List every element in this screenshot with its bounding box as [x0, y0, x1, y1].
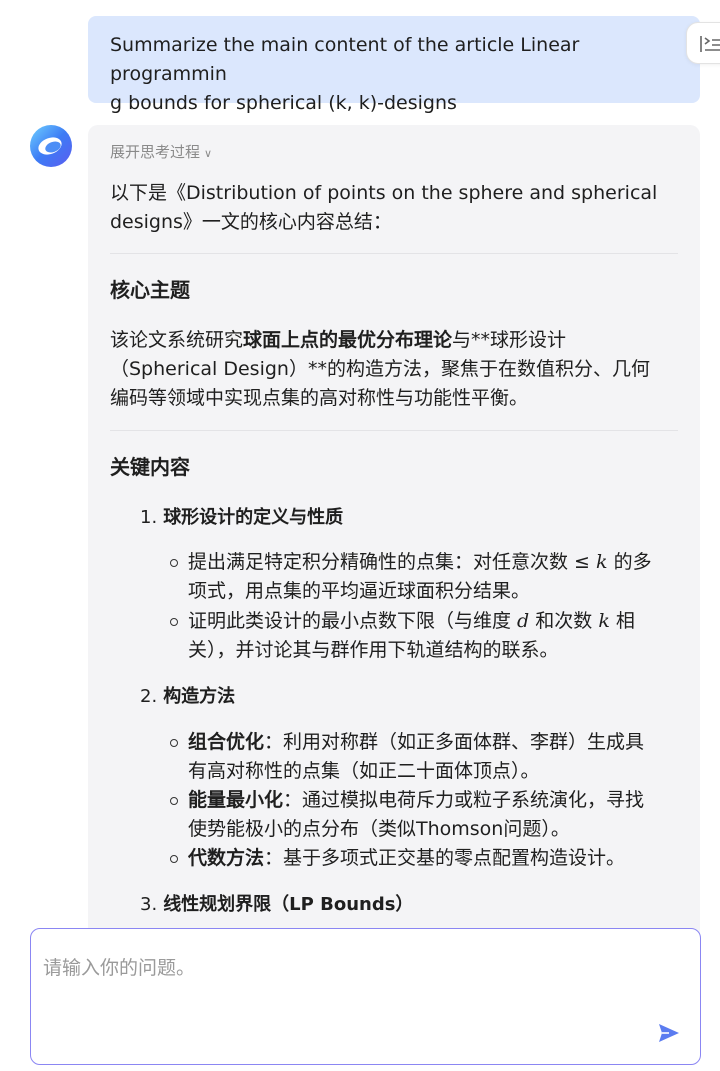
- bullet-line: 使势能极小的点分布（类似Thomson问题）。: [188, 818, 570, 840]
- thinking-toggle[interactable]: 展开思考过程 ∨: [110, 142, 212, 164]
- thinking-toggle-label: 展开思考过程: [110, 143, 201, 161]
- text-run: 相: [609, 610, 635, 632]
- bullet-line: 能量最小化：通过模拟电荷斥力或粒子系统演化，寻找: [188, 786, 668, 815]
- intro-paragraph: 以下是《Distribution of points on the sphere…: [110, 179, 680, 237]
- bullet-line: 提出满足特定积分精确性的点集：对任意次数 ≤ k 的多: [188, 548, 668, 577]
- math-var: k: [596, 551, 608, 573]
- bullet-item: 提出满足特定积分精确性的点集：对任意次数 ≤ k 的多 项式，用点集的平均逼近球…: [168, 548, 668, 606]
- math-var: k: [598, 610, 610, 632]
- user-message-line: g bounds for spherical (k, k)-designs: [110, 92, 457, 114]
- assistant-answer: 展开思考过程 ∨ 以下是《Distribution of points on th…: [88, 125, 700, 965]
- text-run: 与**球形设计: [452, 329, 567, 351]
- section-heading: 核心主题: [110, 278, 190, 302]
- send-icon[interactable]: [657, 1021, 681, 1045]
- outline-button[interactable]: [686, 22, 720, 64]
- text-run: 提出满足特定积分精确性的点集：对任意次数 ≤: [188, 551, 597, 573]
- text-run: 证明此类设计的最小点数下限（与维度: [188, 610, 518, 632]
- numbered-item: 2. 构造方法: [140, 684, 235, 710]
- text-run: ：基于多项式正交基的零点配置构造设计。: [264, 847, 626, 869]
- chevron-down-icon: ∨: [204, 147, 213, 160]
- bullet-item: 证明此类设计的最小点数下限（与维度 d 和次数 k 相 关），并讨论其与群作用下…: [168, 607, 668, 665]
- text-run: 和次数: [529, 610, 599, 632]
- text-run: ：通过模拟电荷斥力或粒子系统演化，寻找: [283, 789, 645, 811]
- text-run: 该论文系统研究: [110, 329, 244, 351]
- item-title: 球形设计的定义与性质: [163, 507, 344, 528]
- item-number: 1.: [140, 507, 158, 528]
- paragraph-line: （Spherical Design）**的构造方法，聚焦于在数值积分、几何: [110, 358, 650, 380]
- bold-text: 代数方法: [188, 847, 265, 869]
- assistant-logo-icon: [30, 125, 72, 167]
- divider: [110, 253, 678, 254]
- bullet-line: 项式，用点集的平均逼近球面积分结果。: [188, 580, 531, 602]
- bullet-item: 组合优化：利用对称群（如正多面体群、李群）生成具 有高对称性的点集（如正二十面体…: [168, 728, 668, 786]
- intro-line: designs》一文的核心内容总结：: [110, 211, 392, 233]
- item-number: 3.: [140, 894, 158, 915]
- math-var: d: [517, 610, 530, 632]
- numbered-item: 1. 球形设计的定义与性质: [140, 505, 343, 531]
- user-message-line: Summarize the main content of the articl…: [110, 34, 580, 85]
- bullet-line: 证明此类设计的最小点数下限（与维度 d 和次数 k 相: [188, 607, 668, 636]
- bullet-line: 代数方法：基于多项式正交基的零点配置构造设计。: [188, 844, 668, 873]
- item-title: 线性规划界限（LP Bounds）: [163, 894, 414, 915]
- divider: [110, 430, 678, 431]
- user-message-bubble: Summarize the main content of the articl…: [88, 16, 700, 114]
- bullet-line: 组合优化：利用对称群（如正多面体群、李群）生成具: [188, 728, 668, 757]
- bold-text: 组合优化: [188, 731, 265, 753]
- bullet-item: 代数方法：基于多项式正交基的零点配置构造设计。: [168, 844, 668, 873]
- numbered-item: 3. 线性规划界限（LP Bounds）: [140, 892, 413, 918]
- bullet-item: 能量最小化：通过模拟电荷斥力或粒子系统演化，寻找 使势能极小的点分布（类似Tho…: [168, 786, 668, 844]
- chat-input[interactable]: [43, 953, 643, 993]
- text-run: ：利用对称群（如正多面体群、李群）生成具: [264, 731, 645, 753]
- core-theme-paragraph: 该论文系统研究球面上点的最优分布理论与**球形设计 （Spherical Des…: [110, 326, 680, 413]
- bold-text: 球面上点的最优分布理论: [243, 329, 453, 351]
- item-number: 2.: [140, 686, 158, 707]
- chat-input-box: [30, 928, 701, 1065]
- bullet-line: 关），并讨论其与群作用下轨道结构的联系。: [188, 639, 559, 661]
- paragraph-line: 该论文系统研究球面上点的最优分布理论与**球形设计: [110, 326, 680, 355]
- section-heading: 关键内容: [110, 455, 190, 479]
- text-run: 的多: [607, 551, 652, 573]
- outline-list-icon: [700, 36, 720, 52]
- paragraph-line: 编码等领域中实现点集的高对称性与功能性平衡。: [110, 387, 529, 409]
- intro-line: 以下是《Distribution of points on the sphere…: [110, 182, 658, 204]
- item-title: 构造方法: [163, 686, 236, 707]
- bold-text: 能量最小化: [188, 789, 284, 811]
- bullet-line: 有高对称性的点集（如正二十面体顶点）。: [188, 760, 540, 782]
